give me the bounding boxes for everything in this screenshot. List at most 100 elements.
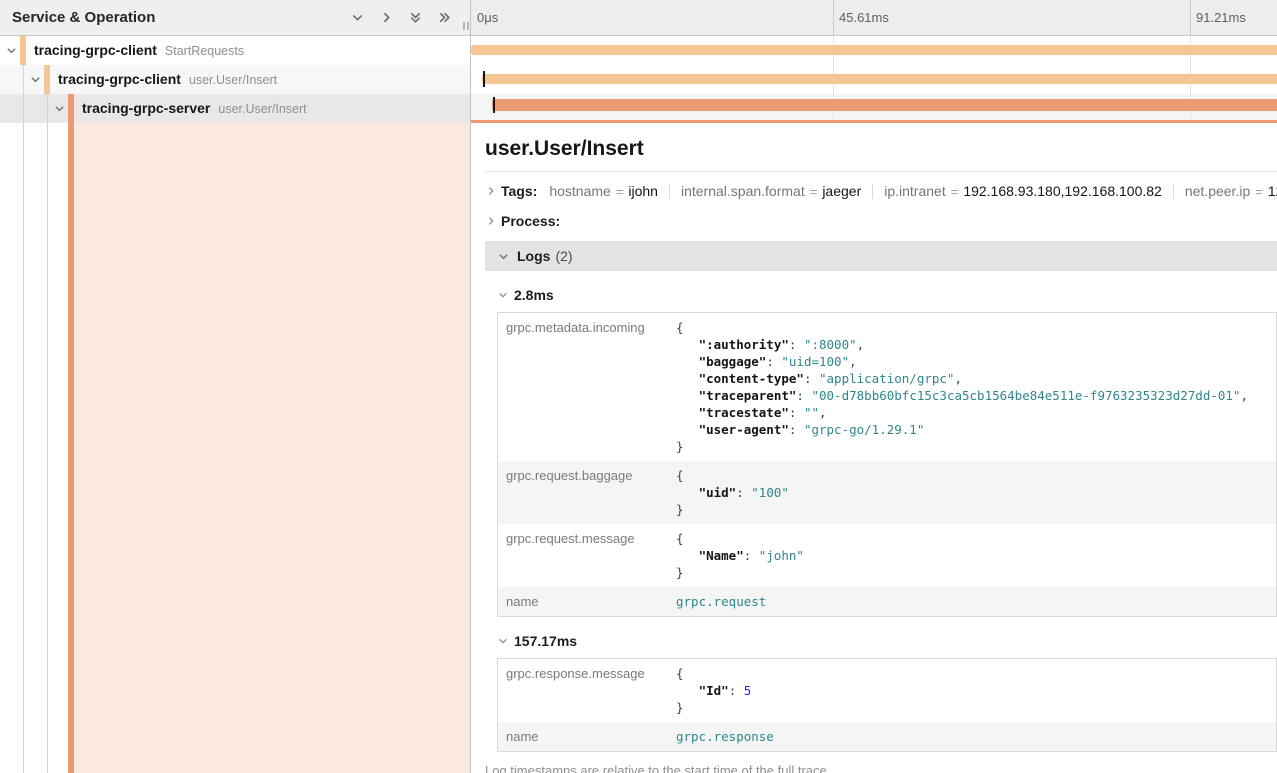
log-field-key: grpc.metadata.incoming xyxy=(498,313,677,462)
log-field-row: grpc.metadata.incoming{ ":authority": ":… xyxy=(498,313,1277,462)
span-bar-row[interactable] xyxy=(471,65,1277,94)
log-field-value: { ":authority": ":8000", "baggage": "uid… xyxy=(676,313,1277,462)
timeline-panel: 0μs45.61ms91.21ms user.User/Insert Tags:… xyxy=(471,0,1277,773)
tag-value: ijohn xyxy=(628,183,658,199)
span-bar-row[interactable] xyxy=(471,36,1277,65)
span-color-bar xyxy=(68,94,74,123)
tree-indent-guide xyxy=(47,94,48,123)
span-color-bar xyxy=(44,65,50,94)
tag-separator xyxy=(669,184,670,199)
logs-label: Logs xyxy=(517,248,550,264)
span-row-label: tracing-grpc-server user.User/Insert xyxy=(82,94,470,123)
tag-key: internal.span.format xyxy=(681,183,805,199)
log-field-row: grpc.response.message{ "Id": 5 } xyxy=(498,659,1277,723)
chevron-down-icon xyxy=(497,250,510,263)
tree-indent-guide xyxy=(23,65,24,94)
selected-span-underline xyxy=(471,120,1277,123)
timeline-ruler: 0μs45.61ms91.21ms xyxy=(471,0,1277,36)
service-name: tracing-grpc-client xyxy=(58,71,181,87)
span-log-tick xyxy=(483,71,485,87)
span-tree-header: Service & Operation xyxy=(0,0,470,36)
collapse-one-icon[interactable] xyxy=(350,10,365,25)
ruler-tick-label: 45.61ms xyxy=(839,0,889,35)
span-detail-title: user.User/Insert xyxy=(485,137,1277,161)
log-fields-table: grpc.metadata.incoming{ ":authority": ":… xyxy=(497,312,1277,617)
tag-value: 192.168.93.180,192.168.100.82 xyxy=(963,183,1162,199)
collapse-all-icon[interactable] xyxy=(408,10,423,25)
chevron-down-icon xyxy=(497,289,509,301)
log-field-key: name xyxy=(498,722,677,752)
span-tree-panel: Service & Operation tracing-grpc-clientS… xyxy=(0,0,470,773)
log-field-json: grpc.response xyxy=(676,728,1268,745)
resize-grip-icon[interactable] xyxy=(463,22,469,30)
span-color-bar xyxy=(20,36,26,65)
tag-key: ip.intranet xyxy=(884,183,945,199)
log-field-value: grpc.response xyxy=(676,722,1277,752)
log-field-row: grpc.request.baggage{ "uid": "100" } xyxy=(498,461,1277,524)
logs-accordion-header[interactable]: Logs (2) xyxy=(485,241,1277,271)
log-timestamp: 2.8ms xyxy=(514,287,554,303)
log-field-key: grpc.request.message xyxy=(498,524,677,587)
log-field-value: grpc.request xyxy=(676,587,1277,617)
log-field-key: grpc.response.message xyxy=(498,659,677,723)
span-tree-rows: tracing-grpc-clientStartRequeststracing-… xyxy=(0,36,470,123)
operation-name: user.User/Insert xyxy=(218,102,306,116)
tag-value: 127.0 xyxy=(1268,183,1277,199)
span-detail: user.User/Insert Tags: hostname=ijohnint… xyxy=(471,123,1277,773)
span-duration-bar[interactable] xyxy=(492,99,1277,111)
log-field-key: grpc.request.baggage xyxy=(498,461,677,524)
selected-span-highlight xyxy=(74,123,470,773)
tree-indent-guide xyxy=(23,94,24,123)
ruler-tick-label: 91.21ms xyxy=(1196,0,1246,35)
span-row-tracing-grpc-server[interactable]: tracing-grpc-server user.User/Insert xyxy=(0,94,470,123)
expand-one-icon[interactable] xyxy=(379,10,394,25)
ruler-tick-line xyxy=(1190,0,1191,35)
log-field-value: { "uid": "100" } xyxy=(676,461,1277,524)
tag-key: hostname xyxy=(549,183,610,199)
log-entry-toggle[interactable]: 157.17ms xyxy=(497,631,1277,651)
span-row-tracing-grpc-client[interactable]: tracing-grpc-clientStartRequests xyxy=(0,36,470,65)
panel-resize-divider[interactable] xyxy=(470,0,471,773)
timeline-bars xyxy=(471,36,1277,123)
log-field-value: { "Name": "john" } xyxy=(676,524,1277,587)
chevron-down-icon xyxy=(497,635,509,647)
log-field-row: namegrpc.response xyxy=(498,722,1277,752)
span-row-tracing-grpc-client[interactable]: tracing-grpc-clientuser.User/Insert xyxy=(0,65,470,94)
log-field-row: namegrpc.request xyxy=(498,587,1277,617)
log-field-json: { "uid": "100" } xyxy=(676,467,1268,518)
tree-indent-guide xyxy=(47,123,48,773)
logs-footer: Log timestamps are relative to the start… xyxy=(485,763,1277,773)
tag-equals: = xyxy=(951,184,959,199)
chevron-right-icon xyxy=(485,185,499,197)
tag-key: net.peer.ip xyxy=(1185,183,1250,199)
span-duration-bar[interactable] xyxy=(482,74,1277,84)
log-entries: 2.8ms grpc.metadata.incoming{ ":authority… xyxy=(485,285,1277,752)
log-timestamp: 157.17ms xyxy=(514,633,577,649)
tags-accordion[interactable]: Tags: hostname=ijohninternal.span.format… xyxy=(485,180,1277,202)
expand-all-icon[interactable] xyxy=(437,10,452,25)
operation-name: StartRequests xyxy=(165,44,244,58)
tag-separator xyxy=(1173,184,1174,199)
process-label: Process: xyxy=(501,213,560,229)
log-field-key: name xyxy=(498,587,677,617)
service-name: tracing-grpc-server xyxy=(82,100,210,116)
span-bar-row[interactable] xyxy=(471,94,1277,123)
log-fields-table: grpc.response.message{ "Id": 5 }namegrpc… xyxy=(497,658,1277,752)
tag-separator xyxy=(872,184,873,199)
span-log-tick xyxy=(493,97,495,113)
tree-toolbar xyxy=(350,10,452,25)
jaeger-trace-timeline-view: Service & Operation tracing-grpc-clientS… xyxy=(0,0,1277,773)
log-field-json: { "Id": 5 } xyxy=(676,665,1268,716)
span-duration-bar[interactable] xyxy=(471,45,1277,55)
span-row-label: tracing-grpc-clientStartRequests xyxy=(34,36,470,65)
selected-span-left-gutter xyxy=(0,123,470,773)
process-accordion[interactable]: Process: xyxy=(485,210,1277,232)
title-divider xyxy=(485,171,1277,172)
log-entry-toggle[interactable]: 2.8ms xyxy=(497,285,1277,305)
chevron-down-icon[interactable] xyxy=(5,44,18,57)
chevron-down-icon[interactable] xyxy=(53,102,66,115)
log-field-json: { ":authority": ":8000", "baggage": "uid… xyxy=(676,319,1268,455)
chevron-down-icon[interactable] xyxy=(29,73,42,86)
log-field-json: { "Name": "john" } xyxy=(676,530,1268,581)
log-field-value: { "Id": 5 } xyxy=(676,659,1277,723)
